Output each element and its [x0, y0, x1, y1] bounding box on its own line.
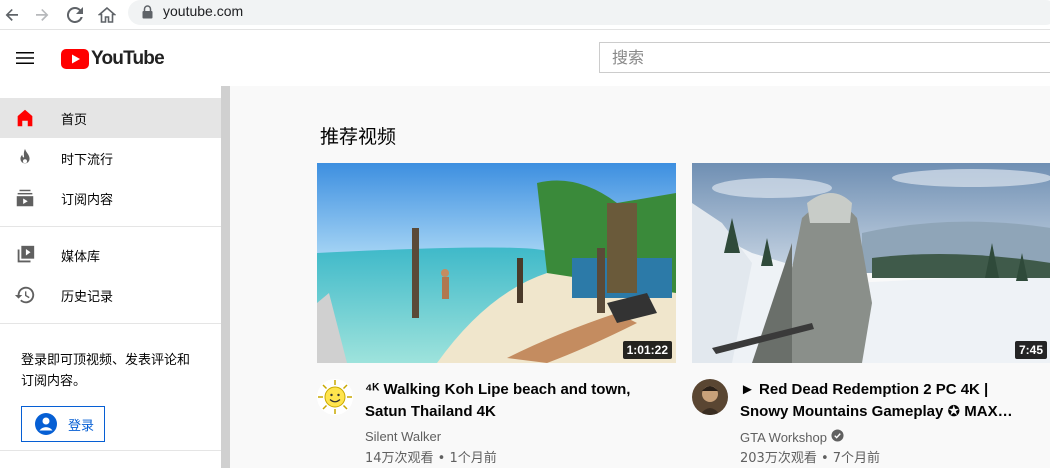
sidebar-divider	[0, 323, 221, 324]
sidebar-item-home[interactable]: 首页	[0, 98, 221, 138]
video-title[interactable]: ► Red Dead Redemption 2 PC 4K | Snowy Mo…	[740, 379, 1040, 423]
signin-prompt: 登录即可顶视频、发表评论和订阅内容。	[21, 353, 191, 389]
sidebar-divider	[0, 226, 221, 227]
masthead: YouTube	[0, 30, 1050, 86]
channel-name-row: GTA Workshop	[740, 429, 844, 445]
video-card[interactable]: 7:45 ► Red Dead Redemption 2 PC 4K | Sno…	[692, 163, 1050, 467]
video-duration: 1:01:22	[622, 341, 672, 359]
trending-icon	[13, 146, 37, 170]
search-input[interactable]	[600, 43, 1050, 72]
forward-icon[interactable]	[30, 3, 54, 27]
logo-text: YouTube	[91, 48, 165, 69]
sidebar-item-label: 媒体库	[61, 249, 101, 265]
sidebar-divider	[0, 450, 221, 451]
video-thumbnail[interactable]: 1:01:22	[317, 163, 676, 363]
verified-icon	[831, 429, 844, 445]
channel-avatar[interactable]	[692, 379, 728, 415]
section-title: 推荐视频	[320, 126, 397, 148]
sidebar-item-label: 历史记录	[61, 289, 114, 305]
character-avatar-icon	[692, 379, 728, 415]
video-duration: 7:45	[1014, 341, 1047, 359]
history-icon	[13, 283, 37, 307]
home-icon[interactable]	[95, 3, 119, 27]
library-icon	[13, 243, 37, 267]
url-text: youtube.com	[163, 3, 244, 19]
channel-name[interactable]: Silent Walker	[365, 429, 441, 444]
sidebar-item-history[interactable]: 历史记录	[0, 275, 221, 315]
sidebar-item-label: 首页	[61, 112, 88, 128]
sidebar-item-label: 订阅内容	[61, 192, 114, 208]
video-thumbnail[interactable]: 7:45	[692, 163, 1050, 363]
lock-icon	[142, 5, 153, 24]
address-bar[interactable]: youtube.com	[128, 0, 1050, 25]
sidebar-scrollbar[interactable]	[221, 86, 230, 468]
channel-avatar[interactable]	[317, 379, 353, 415]
sun-avatar-icon	[317, 379, 353, 415]
reload-icon[interactable]	[63, 3, 87, 27]
snow-thumbnail-image	[692, 163, 1050, 363]
beach-thumbnail-image	[317, 163, 676, 363]
signin-button-label: 登录	[68, 418, 95, 434]
sidebar-item-library[interactable]: 媒体库	[0, 235, 221, 275]
menu-icon[interactable]	[13, 46, 37, 70]
video-card[interactable]: 1:01:22 ⁴ᴷ Walking Koh Lipe beach and to…	[317, 163, 676, 467]
youtube-logo-icon	[61, 49, 89, 69]
home-icon	[13, 106, 37, 130]
signin-section: 登录即可顶视频、发表评论和订阅内容。 登录	[0, 332, 221, 442]
sidebar-item-trending[interactable]: 时下流行	[0, 138, 221, 178]
video-title[interactable]: ⁴ᴷ Walking Koh Lipe beach and town, Satu…	[365, 379, 665, 423]
subscriptions-icon	[13, 186, 37, 210]
browser-toolbar: youtube.com	[0, 0, 1050, 30]
signin-button[interactable]: 登录	[21, 406, 105, 442]
video-stats: 203万次观看 • 7个月前	[740, 451, 881, 466]
video-meta: ► Red Dead Redemption 2 PC 4K | Snowy Mo…	[692, 377, 1050, 467]
channel-name-row: Silent Walker	[365, 429, 441, 444]
video-meta: ⁴ᴷ Walking Koh Lipe beach and town, Satu…	[317, 377, 676, 467]
sidebar-item-label: 时下流行	[61, 152, 114, 168]
video-stats: 14万次观看 • 1个月前	[365, 451, 497, 466]
sidebar-item-subscriptions[interactable]: 订阅内容	[0, 178, 221, 218]
back-icon[interactable]	[0, 3, 24, 27]
channel-name[interactable]: GTA Workshop	[740, 430, 827, 445]
account-icon	[35, 413, 57, 435]
search-box[interactable]	[599, 42, 1050, 73]
sidebar: 首页 时下流行 订阅内容 媒体库 历史记录 登录即可顶视频、发表评论和订阅内容。…	[0, 86, 221, 468]
youtube-logo[interactable]: YouTube	[61, 48, 165, 70]
